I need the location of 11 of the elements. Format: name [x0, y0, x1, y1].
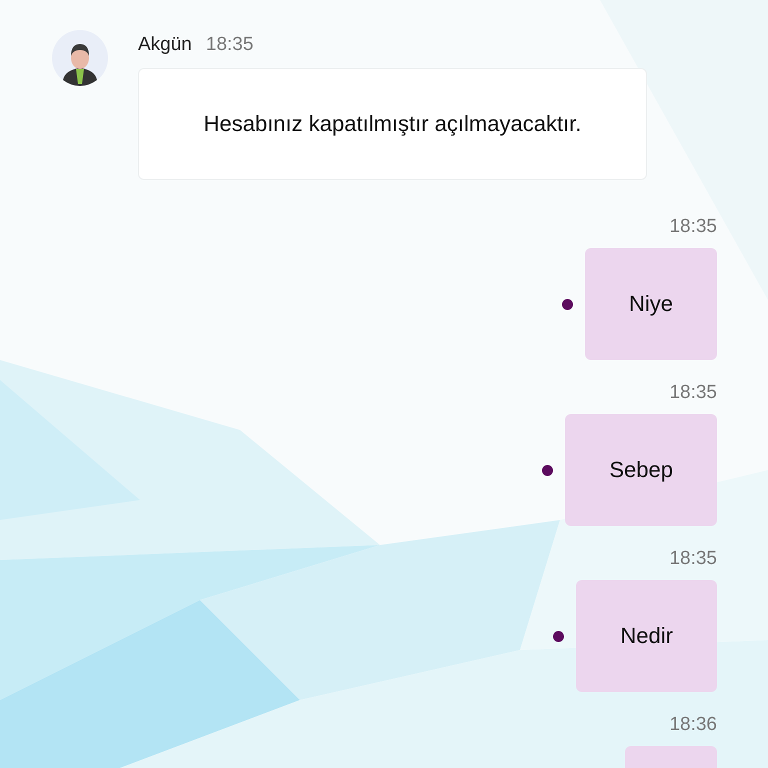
message-text: Nedir [620, 623, 673, 649]
message-text: Niye [628, 291, 673, 317]
message-text: Sebep [609, 457, 673, 483]
message-text: Hesabınız kapatılmıştır açılmayacaktır. [204, 111, 582, 137]
message-time: 18:35 [669, 216, 717, 238]
avatar-icon [52, 30, 108, 86]
message-time: 18:35 [206, 34, 254, 56]
message-time: 18:36 [669, 714, 717, 736]
sender-name: Akgün [138, 34, 192, 56]
message-time: 18:35 [669, 382, 717, 404]
message-time: 18:35 [669, 548, 717, 570]
